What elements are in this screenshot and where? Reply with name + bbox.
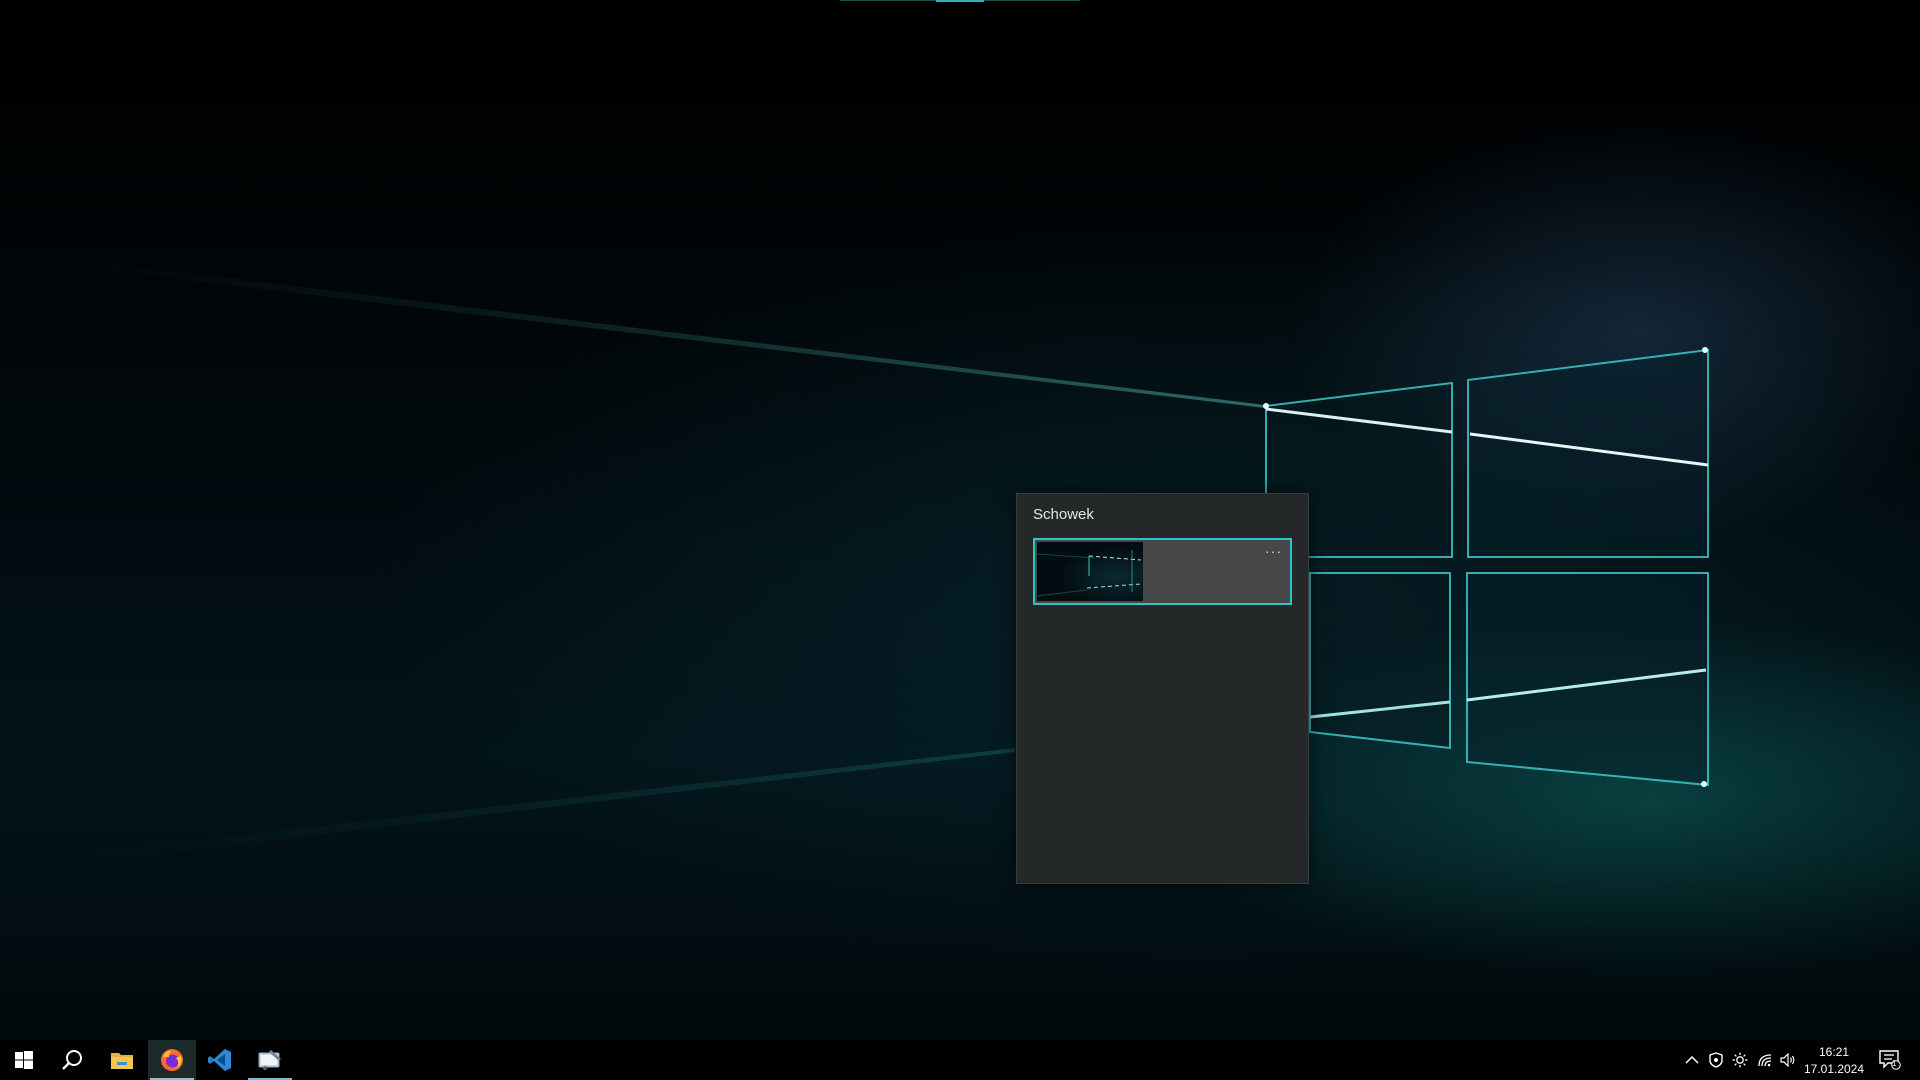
start-button[interactable] — [0, 1040, 48, 1080]
clipboard-item[interactable]: ··· — [1033, 538, 1292, 605]
vscode-icon — [208, 1049, 231, 1071]
taskbar: 16:21 17.01.2024 1 — [0, 1040, 1920, 1080]
clipboard-item-more-button[interactable]: ··· — [1265, 543, 1282, 559]
clipboard-title: Schowek — [1033, 506, 1094, 523]
wifi-icon — [1758, 1054, 1772, 1067]
taskbar-app-file-explorer[interactable] — [98, 1040, 146, 1080]
snipping-tool-icon — [258, 1050, 281, 1070]
desktop-wallpaper — [0, 0, 1920, 1080]
firefox-icon — [161, 1049, 183, 1071]
tray-brightness-button[interactable] — [1730, 1040, 1750, 1080]
search-button[interactable] — [48, 1040, 96, 1080]
taskbar-app-vscode[interactable] — [196, 1040, 244, 1080]
windows-logo-icon — [15, 1051, 33, 1069]
tray-network-button[interactable] — [1754, 1040, 1776, 1080]
sun-icon — [1732, 1052, 1748, 1068]
chevron-up-icon — [1685, 1055, 1699, 1064]
taskbar-app-firefox[interactable] — [148, 1040, 196, 1080]
tray-volume-button[interactable] — [1778, 1040, 1798, 1080]
clipboard-history-panel: Schowek ··· — [1016, 493, 1309, 884]
clock-time: 16:21 — [1818, 1045, 1850, 1059]
taskbar-clock[interactable]: 16:21 17.01.2024 — [1800, 1044, 1868, 1078]
show-hidden-icons-button[interactable] — [1682, 1040, 1702, 1080]
tray-security-button[interactable] — [1706, 1040, 1726, 1080]
clock-date: 17.01.2024 — [1803, 1062, 1865, 1076]
action-center-button[interactable]: 1 — [1870, 1040, 1910, 1080]
folder-icon — [111, 1053, 133, 1069]
thumbnail-preview — [1037, 550, 1142, 597]
taskbar-app-snipping-tool[interactable] — [246, 1040, 294, 1080]
search-icon — [62, 1050, 82, 1070]
shield-icon — [1709, 1052, 1723, 1068]
notification-icon — [1879, 1050, 1901, 1070]
windows-light-wallpaper — [0, 250, 1709, 872]
clipboard-item-image-thumbnail — [1037, 542, 1143, 601]
top-focus-indicator — [840, 0, 1080, 2]
speaker-icon — [1780, 1053, 1795, 1067]
notification-count-badge: 1 — [1892, 1059, 1897, 1068]
top-focus-indicator-active — [936, 0, 984, 2]
